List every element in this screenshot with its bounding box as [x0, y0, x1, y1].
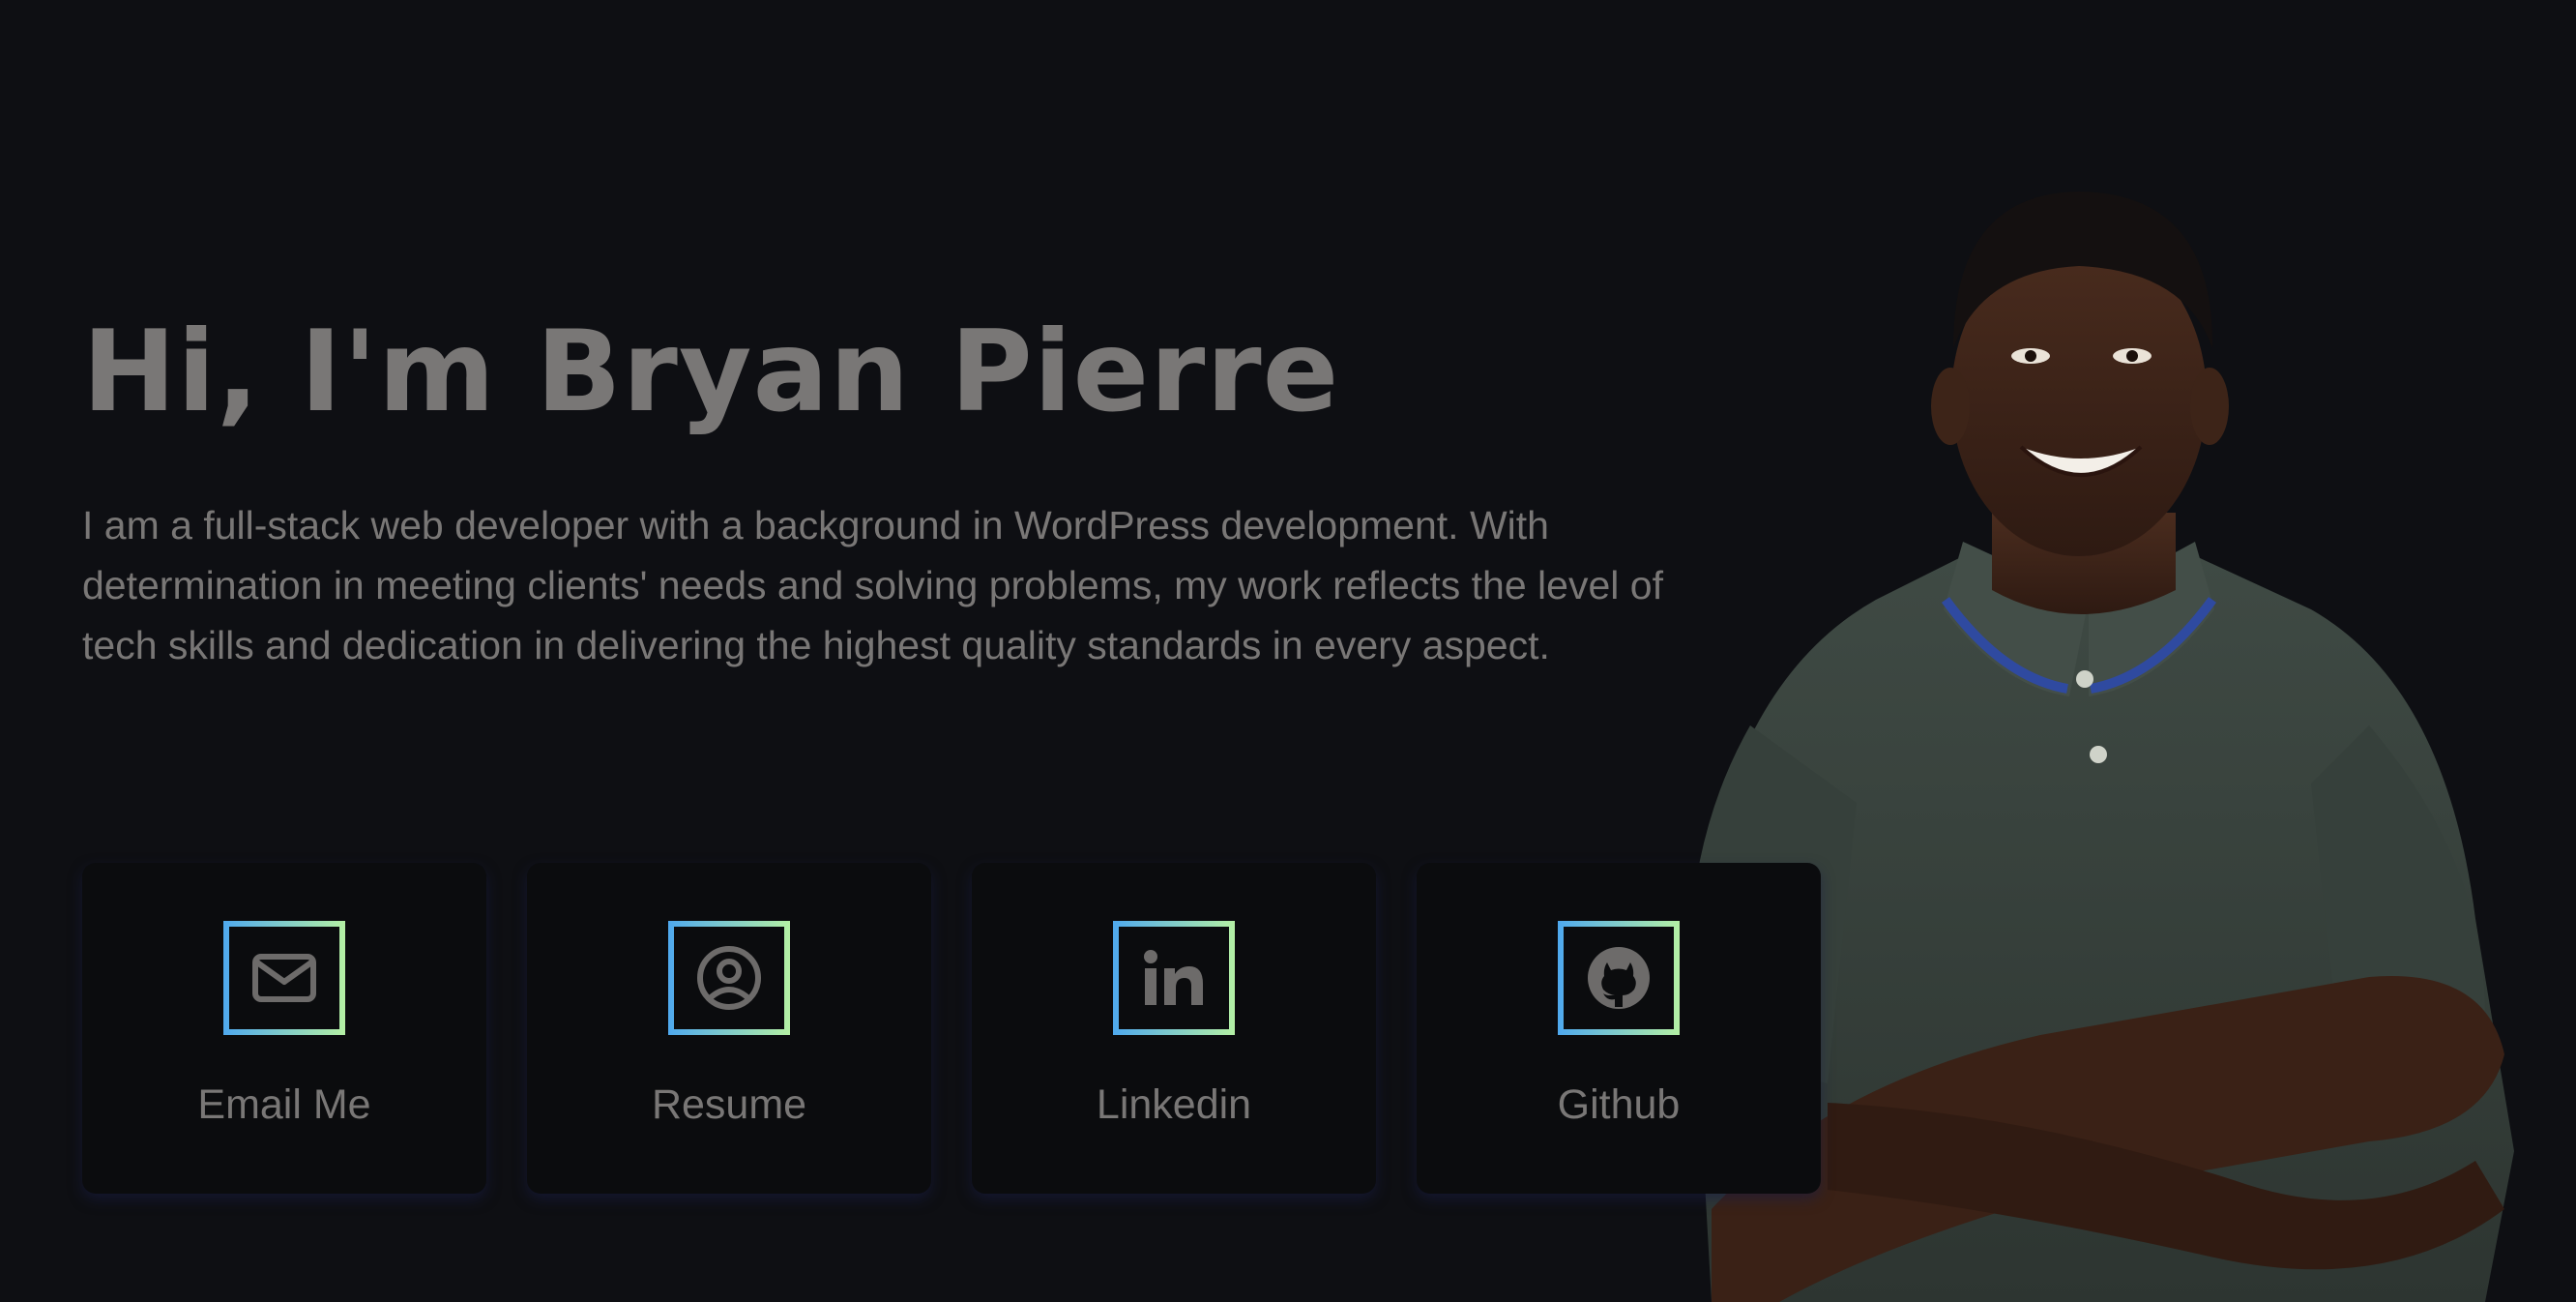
github-icon-frame	[1558, 921, 1680, 1035]
resume-icon-frame	[668, 921, 790, 1035]
linkedin-icon	[1144, 950, 1203, 1005]
github-icon	[1588, 947, 1650, 1009]
resume-card[interactable]: Resume	[527, 863, 931, 1194]
resume-card-label: Resume	[651, 1081, 807, 1128]
email-card-label: Email Me	[197, 1081, 371, 1128]
linkedin-card[interactable]: Linkedin	[972, 863, 1376, 1194]
github-card[interactable]: Github	[1417, 863, 1821, 1194]
github-card-label: Github	[1557, 1081, 1681, 1128]
envelope-icon	[252, 954, 316, 1002]
bio-text: I am a full-stack web developer with a b…	[82, 503, 1663, 667]
linkedin-icon-frame	[1113, 921, 1235, 1035]
email-card[interactable]: Email Me	[82, 863, 486, 1194]
hero-section: Hi, I'm Bryan Pierre I am a full-stack w…	[0, 0, 2576, 1302]
page-title: Hi, I'm Bryan Pierre	[82, 307, 1340, 437]
email-icon-frame	[223, 921, 345, 1035]
user-circle-icon	[697, 946, 761, 1010]
linkedin-card-label: Linkedin	[1096, 1081, 1252, 1128]
